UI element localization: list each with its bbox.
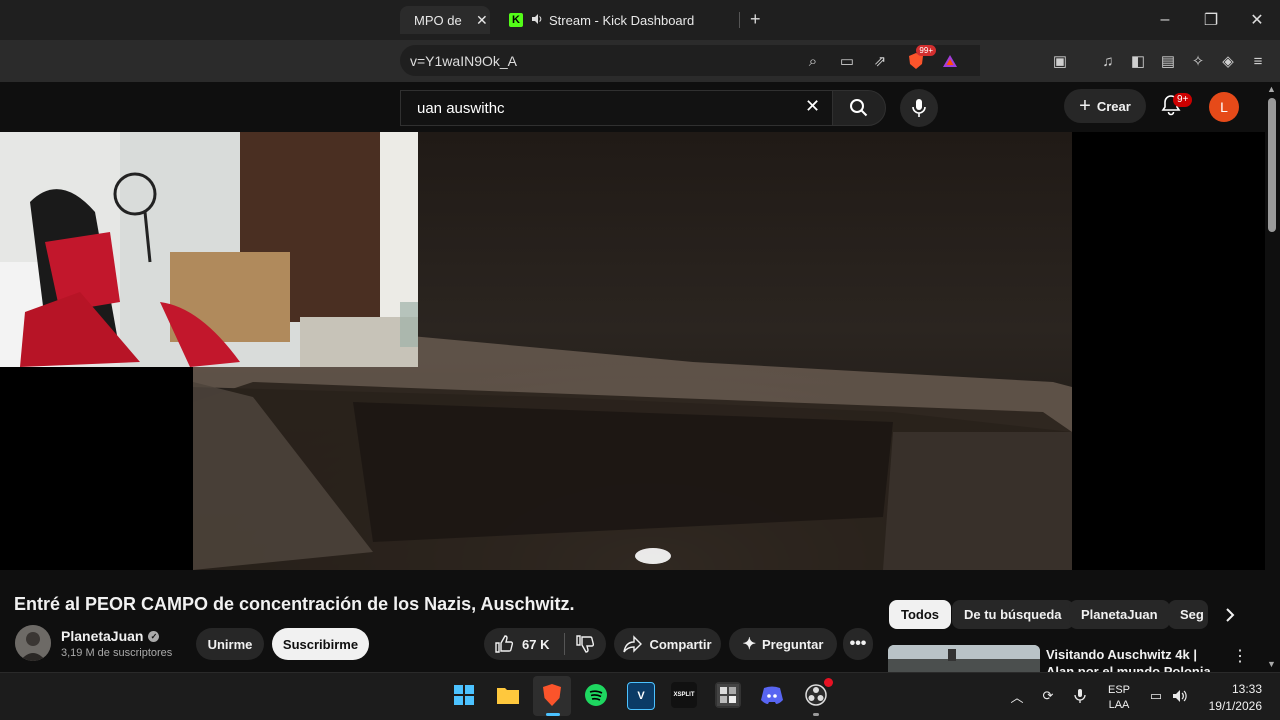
audio-playing-icon <box>531 13 543 28</box>
discord-icon[interactable] <box>759 682 785 708</box>
windows-start-icon[interactable] <box>451 682 477 708</box>
brave-shield-icon[interactable]: 99+ <box>905 45 936 72</box>
url-text: v=Y1waIN9Ok_A <box>410 53 517 69</box>
join-button[interactable]: Unirme <box>196 628 264 660</box>
tab-title: Stream - Kick Dashboard <box>549 12 695 28</box>
like-dislike-group: 67 K <box>484 628 606 660</box>
clock-time: 13:33 <box>1231 682 1262 696</box>
wallet-icon[interactable]: ▤ <box>1157 50 1179 72</box>
xsplit-icon[interactable]: XSPLIT <box>671 682 697 708</box>
webcam-frame <box>0 132 418 367</box>
running-app-indicator <box>813 713 819 716</box>
vpn-icon[interactable]: ◈ <box>1217 50 1239 72</box>
tab-title: MPO de <box>414 12 462 28</box>
sparkle-icon: ✦ <box>742 636 756 653</box>
voice-search-button[interactable] <box>900 89 938 127</box>
channel-name-text: PlanetaJuan <box>61 628 144 644</box>
tray-microphone-icon[interactable] <box>1071 687 1089 705</box>
window-controls: – ❐ ✕ <box>1142 0 1280 40</box>
scroll-up-arrow-icon[interactable]: ▲ <box>1267 84 1276 94</box>
cast-icon[interactable]: ▭ <box>836 50 858 72</box>
menu-icon[interactable]: ≡ <box>1247 50 1269 72</box>
network-icon[interactable]: ▭ <box>1147 687 1165 705</box>
spotify-icon[interactable] <box>583 682 609 708</box>
chip-todos[interactable]: Todos <box>889 600 952 629</box>
chip-channel[interactable]: PlanetaJuan <box>1069 600 1170 629</box>
sidebar-icon[interactable]: ◧ <box>1127 50 1149 72</box>
subscriber-count: 3,19 M de suscriptores <box>61 647 173 659</box>
share-page-icon[interactable]: ⇗ <box>869 50 891 72</box>
recommended-thumbnail[interactable] <box>888 645 1040 672</box>
like-count: 67 K <box>522 636 550 652</box>
verified-check-icon: ✓ <box>148 630 160 642</box>
more-actions-icon[interactable]: ••• <box>843 628 873 660</box>
clock[interactable]: 13:33 19/1/2026 <box>1198 681 1262 715</box>
input-language[interactable]: ESP LAA <box>1103 683 1135 713</box>
tray-overflow-chevron-icon[interactable]: ︿ <box>1008 687 1026 705</box>
search-query: uan auswithc <box>417 99 505 117</box>
leo-ai-icon[interactable]: ✧ <box>1187 50 1209 72</box>
vs-app-icon[interactable]: V <box>627 682 655 710</box>
tab-kick-dashboard[interactable]: K Stream - Kick Dashboard <box>505 6 749 34</box>
video-title: Entré al PEOR CAMPO de concentración de … <box>14 594 575 614</box>
create-button[interactable]: + Crear <box>1064 89 1146 123</box>
channel-name[interactable]: PlanetaJuan ✓ <box>61 628 160 644</box>
create-label: Crear <box>1096 98 1131 114</box>
brave-rewards-icon[interactable] <box>939 50 961 72</box>
chevron-right-icon[interactable] <box>1218 603 1242 627</box>
search-button[interactable] <box>832 90 886 126</box>
chip-truncated[interactable]: Seg <box>1168 600 1208 629</box>
new-tab-plus-icon[interactable]: + <box>750 9 761 30</box>
search-icon <box>850 99 868 117</box>
close-window-icon[interactable]: ✕ <box>1234 0 1280 40</box>
chip-from-search[interactable]: De tu búsqueda <box>952 600 1074 629</box>
sync-icon[interactable]: ⟳ <box>1039 687 1057 705</box>
share-button[interactable]: Compartir <box>614 628 721 660</box>
shield-count-badge: 99+ <box>916 45 936 56</box>
share-arrow-icon <box>623 635 643 653</box>
dislike-button[interactable] <box>565 634 606 654</box>
brave-browser-icon[interactable] <box>539 682 565 708</box>
tab-youtube-video[interactable]: MPO de ✕ <box>400 6 490 34</box>
search-input[interactable]: uan auswithc <box>400 90 840 126</box>
scroll-down-arrow-icon[interactable]: ▼ <box>1267 659 1276 669</box>
account-avatar[interactable]: L <box>1209 92 1239 122</box>
zoom-icon[interactable]: ⌕ <box>802 50 824 72</box>
channel-avatar[interactable] <box>15 625 51 661</box>
lang-code: ESP <box>1107 684 1130 696</box>
obs-recording-dot <box>824 678 833 687</box>
file-explorer-icon[interactable] <box>495 682 521 708</box>
page-scrollbar-thumb[interactable] <box>1268 98 1276 232</box>
obs-icon[interactable] <box>803 678 833 708</box>
like-button[interactable]: 67 K <box>484 634 564 654</box>
kick-logo-icon: K <box>509 13 523 27</box>
reader-mode-icon[interactable]: ▣ <box>1049 50 1071 72</box>
recommended-more-vertical-icon[interactable]: ⋮ <box>1232 646 1248 666</box>
active-app-indicator <box>546 713 560 716</box>
ask-label: Preguntar <box>762 636 824 652</box>
recommended-title[interactable]: Visitando Auschwitz 4k | Alan por el mun… <box>1046 646 1226 672</box>
lang-layout: LAA <box>1108 699 1130 711</box>
webcam-overlay <box>0 132 418 367</box>
volume-icon[interactable] <box>1171 687 1189 705</box>
share-label: Compartir <box>649 636 712 652</box>
tab-close-icon[interactable]: ✕ <box>476 12 488 29</box>
media-icon[interactable]: ♫ <box>1097 50 1119 72</box>
restore-icon[interactable]: ❐ <box>1188 0 1234 40</box>
plus-icon: + <box>1079 94 1091 117</box>
ask-button[interactable]: ✦ Preguntar <box>729 628 837 660</box>
video-player[interactable] <box>0 132 1265 570</box>
tab-divider <box>739 12 740 28</box>
clear-search-icon[interactable]: ✕ <box>805 96 820 117</box>
subscribe-button[interactable]: Suscribirme <box>272 628 369 660</box>
clock-date: 19/1/2026 <box>1208 699 1262 713</box>
thumbs-up-icon <box>495 635 514 653</box>
notifications-badge: 9+ <box>1173 93 1193 107</box>
minimize-icon[interactable]: – <box>1142 0 1188 40</box>
gta-game-icon[interactable] <box>715 682 741 708</box>
microphone-icon <box>912 99 926 117</box>
thumbs-down-icon <box>576 635 595 653</box>
